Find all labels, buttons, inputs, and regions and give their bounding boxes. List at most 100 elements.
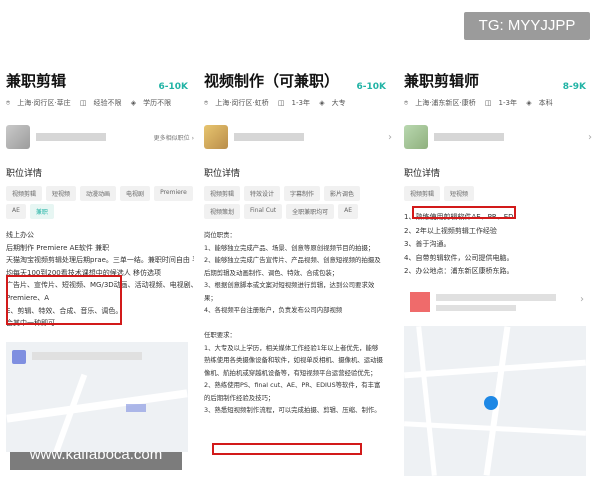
tag-list: 视频剪辑 短视频 xyxy=(404,186,592,201)
chevron-right-icon: › xyxy=(588,131,592,143)
briefcase-icon: ◫ xyxy=(79,99,87,107)
avatar xyxy=(404,125,428,149)
desc-line: 的后期制作经验及技巧； xyxy=(204,393,275,402)
desc-line: 2、熟练使用PS、final cut、AE、PR、EDIUS等软件，有丰富 xyxy=(204,381,381,389)
desc-line: 像机、航拍机或穿越机设备等，有短视频平台运营经验优先； xyxy=(204,368,377,377)
tag: AE xyxy=(6,204,26,219)
education: 本科 xyxy=(538,99,553,107)
desc-line: 天猫淘宝视频剪辑处理后期prae。三单一结。兼职时间自由 平 xyxy=(6,256,194,265)
similar-jobs-link[interactable]: 更多相似职位 › xyxy=(154,133,194,142)
desc-line: 2、能够独立完成广告宣传片、产品视频、创意短视频的拍摄及 xyxy=(204,256,381,264)
desc-line xyxy=(204,317,392,330)
job-description: 1、熟练使用剪辑软件AE、PR、ED 2、2年以上视频剪辑工作经验 3、善于沟通… xyxy=(404,211,592,279)
desc-line: 线上办公 xyxy=(6,231,34,239)
graduation-cap-icon: ◈ xyxy=(319,99,325,107)
tag: 视频策划 xyxy=(204,204,241,219)
salary: 6-10K xyxy=(158,82,189,92)
briefcase-icon: ◫ xyxy=(277,99,285,107)
job-description: 岗位职责： 1、能够独立完成产品、场景、创意等原创视频节目的拍摄； 2、能够独立… xyxy=(204,229,392,417)
recruiter-name-blurred xyxy=(234,133,304,141)
pin-icon: ⌾ xyxy=(204,99,209,107)
desc-line: 3、熟悉短视频制作流程，可以完成拍摄、剪辑、压缩、制作。 xyxy=(204,406,381,414)
tag: 视频剪辑 xyxy=(404,186,441,201)
experience: 1-3年 xyxy=(498,99,517,107)
address-blurred xyxy=(32,352,142,360)
desc-line: 3、根据创意脚本或文案对短视频进行剪辑，达到公司要求效 xyxy=(204,281,375,289)
watermark-top: TG: MYYJJPP xyxy=(464,12,590,40)
highlight-box xyxy=(212,443,362,455)
highlight-box xyxy=(6,275,122,325)
job-card-1: 兼职剪辑 6-10K ⌾ 上海·闵行区·莘庄 ◫ 经验不限 ◈ 学历不限 更多相似职位… xyxy=(6,70,194,480)
location: 上海·闵行区·虹桥 xyxy=(215,99,269,107)
section-title: 职位详情 xyxy=(404,169,441,179)
recruiter-name-blurred xyxy=(36,133,106,141)
company-name-blurred xyxy=(436,294,556,301)
tag-list: 视频剪辑 短视频 动漫动画 电视剧 Premiere AE 兼职 xyxy=(6,186,194,219)
location-map[interactable] xyxy=(404,326,586,476)
salary: 8-9K xyxy=(562,82,586,92)
job-card-3: 兼职剪辑师 8-9K ⌾ 上海·浦东新区·康桥 ◫ 1-3年 ◈ 本科 › 职位详情 … xyxy=(404,70,592,480)
desc-line: 4、自带剪辑软件，公司提供电脑。 xyxy=(404,253,514,262)
tag: 字幕制作 xyxy=(284,186,321,201)
tag: 视频剪辑 xyxy=(204,186,241,201)
highlight-box xyxy=(412,206,516,219)
section-title: 职位详情 xyxy=(204,169,241,179)
location-map[interactable] xyxy=(6,342,188,452)
desc-line: 2、2年以上视频剪辑工作经验 xyxy=(404,226,497,235)
tag-highlight: 兼职 xyxy=(29,204,54,219)
desc-line: 2、办公地点：浦东新区康桥东路。 xyxy=(404,267,514,275)
location: 上海·闵行区·莘庄 xyxy=(17,99,71,107)
tag: 影片调色 xyxy=(324,186,361,201)
graduation-cap-icon: ◈ xyxy=(526,99,532,107)
tag: AE xyxy=(338,204,359,219)
tag: 全职兼职均可 xyxy=(286,204,335,219)
desc-line: 4、各视频平台注册账户，负责发布公司内部视频 xyxy=(204,306,343,314)
pin-icon: ⌾ xyxy=(404,99,409,107)
pin-icon: ⌾ xyxy=(6,99,11,107)
company-info-blurred xyxy=(436,305,516,311)
graduation-cap-icon: ◈ xyxy=(130,99,137,107)
recruiter-row[interactable]: › xyxy=(204,124,392,150)
map-marker xyxy=(484,396,498,410)
tag: Premiere xyxy=(154,186,193,201)
tag: 特效设计 xyxy=(244,186,281,201)
job-card-2: 视频制作（可兼职） 6-10K ⌾ 上海·闵行区·虹桥 ◫ 1-3年 ◈ 大专 › 职… xyxy=(204,70,392,480)
education: 大专 xyxy=(331,99,346,107)
recruiter-row[interactable]: 更多相似职位 › xyxy=(6,124,194,150)
desc-line: 果； xyxy=(204,293,217,302)
avatar xyxy=(204,125,228,149)
desc-line: 任职要求： xyxy=(204,331,236,339)
job-meta: ⌾ 上海·闵行区·虹桥 ◫ 1-3年 ◈ 大专 xyxy=(204,98,392,110)
map-poi xyxy=(12,350,26,364)
tag-list: 视频剪辑 特效设计 字幕制作 影片调色 视频策划 Final Cut 全职兼职均… xyxy=(204,186,392,219)
section-title: 职位详情 xyxy=(6,169,43,179)
experience: 1-3年 xyxy=(291,99,310,107)
desc-line: 后期制作 Premiere AE软件 兼职 xyxy=(6,243,110,252)
chevron-right-icon: › xyxy=(580,294,584,305)
job-meta: ⌾ 上海·闵行区·莘庄 ◫ 经验不限 ◈ 学历不限 xyxy=(6,98,194,110)
tag: 动漫动画 xyxy=(80,186,117,201)
avatar xyxy=(6,125,30,149)
desc-line: 1、能够独立完成产品、场景、创意等原创视频节目的拍摄； xyxy=(204,243,375,252)
company-logo xyxy=(410,292,430,312)
tag: 短视频 xyxy=(46,186,77,201)
company-row[interactable]: › xyxy=(404,288,586,318)
desc-line: 后期剪辑及动画制作、调色、特效、合成包装； xyxy=(204,268,339,277)
tag: 短视频 xyxy=(444,186,475,201)
desc-line: 熟练使用各类摄像设备和软件，如视单反相机、摄像机、运动摄 xyxy=(204,356,383,364)
recruiter-row[interactable]: › xyxy=(404,124,592,150)
tag: Final Cut xyxy=(244,204,283,219)
location: 上海·浦东新区·康桥 xyxy=(415,99,476,107)
briefcase-icon: ◫ xyxy=(484,99,492,107)
tag: 电视剧 xyxy=(120,186,151,201)
desc-line: 岗位职责： xyxy=(204,231,236,239)
job-meta: ⌾ 上海·浦东新区·康桥 ◫ 1-3年 ◈ 本科 xyxy=(404,98,592,110)
desc-line: 3、善于沟通。 xyxy=(404,240,451,248)
desc-line: 1、大专及以上学历，相关媒体工作经验1年以上者优先，能够 xyxy=(204,343,379,352)
salary: 6-10K xyxy=(356,82,387,92)
tag: 视频剪辑 xyxy=(6,186,43,201)
chevron-right-icon: › xyxy=(388,131,392,143)
chevron-right-icon: › xyxy=(191,134,194,142)
experience: 经验不限 xyxy=(93,99,122,107)
education: 学历不限 xyxy=(143,99,172,107)
